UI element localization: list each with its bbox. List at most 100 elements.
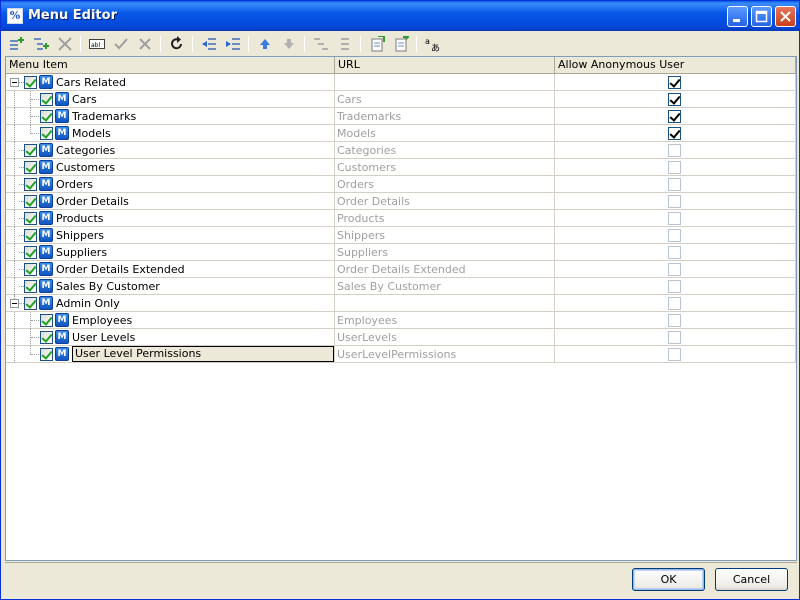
enabled-checkbox[interactable] [40,93,53,106]
menu-item-cell[interactable]: M Models [6,125,335,142]
url-cell[interactable]: Categories [335,142,555,159]
allow-anonymous-checkbox[interactable] [668,297,681,310]
maximize-button[interactable] [751,6,772,27]
menu-row[interactable]: M Trademarks Trademarks [6,108,796,125]
url-cell[interactable]: Suppliers [335,244,555,261]
add-child-item-icon[interactable] [31,34,51,54]
anonymous-cell[interactable] [555,312,796,329]
enabled-checkbox[interactable] [24,178,37,191]
move-down-icon[interactable] [279,34,299,54]
enabled-checkbox[interactable] [24,246,37,259]
anonymous-cell[interactable] [555,329,796,346]
allow-anonymous-checkbox[interactable] [668,93,681,106]
url-cell[interactable]: Employees [335,312,555,329]
menu-row[interactable]: M Cars Related [6,74,796,91]
enabled-checkbox[interactable] [24,212,37,225]
rename-icon[interactable]: abl [87,34,107,54]
menu-row[interactable]: M Order Details Extended Order Details Ext… [6,261,796,278]
menu-item-label[interactable]: Categories [56,144,115,157]
allow-anonymous-checkbox[interactable] [668,178,681,191]
allow-anonymous-checkbox[interactable] [668,246,681,259]
allow-anonymous-checkbox[interactable] [668,144,681,157]
menu-item-label[interactable]: Models [72,127,111,140]
menu-row[interactable]: M User Level Permissions UserLevelPermissi… [6,346,796,363]
menu-row[interactable]: M Sales By Customer Sales By Customer [6,278,796,295]
menu-item-cell[interactable]: M Trademarks [6,108,335,125]
menu-item-cell[interactable]: M User Levels [6,329,335,346]
menu-item-cell[interactable]: M Order Details Extended [6,261,335,278]
menu-row[interactable]: M Models Models [6,125,796,142]
menu-item-label[interactable]: Trademarks [72,110,136,123]
menu-item-cell[interactable]: M Orders [6,176,335,193]
menu-item-label[interactable]: Products [56,212,104,225]
url-cell[interactable]: Products [335,210,555,227]
enabled-checkbox[interactable] [40,314,53,327]
enabled-checkbox[interactable] [40,127,53,140]
enabled-checkbox[interactable] [24,297,37,310]
anonymous-cell[interactable] [555,295,796,312]
anonymous-cell[interactable] [555,210,796,227]
menu-item-label[interactable]: Sales By Customer [56,280,160,293]
menu-row[interactable]: M Orders Orders [6,176,796,193]
url-cell[interactable]: UserLevelPermissions [335,346,555,363]
close-button[interactable] [775,6,796,27]
menu-item-label[interactable]: User Levels [72,331,135,344]
allow-anonymous-checkbox[interactable] [668,314,681,327]
cancel-button[interactable]: Cancel [715,568,788,591]
allow-anonymous-checkbox[interactable] [668,127,681,140]
enabled-checkbox[interactable] [40,348,53,361]
url-cell[interactable]: Models [335,125,555,142]
url-cell[interactable] [335,74,555,91]
anonymous-cell[interactable] [555,125,796,142]
menu-item-label[interactable]: Order Details Extended [56,263,185,276]
menu-item-label[interactable]: Cars Related [56,76,126,89]
menu-row[interactable]: M Customers Customers [6,159,796,176]
minimize-button[interactable] [727,6,748,27]
url-cell[interactable]: UserLevels [335,329,555,346]
enabled-checkbox[interactable] [40,331,53,344]
anonymous-cell[interactable] [555,227,796,244]
menu-item-label[interactable]: Orders [56,178,93,191]
enabled-checkbox[interactable] [24,280,37,293]
export-icon[interactable] [391,34,411,54]
enabled-checkbox[interactable] [24,76,37,89]
menu-item-cell[interactable]: M Categories [6,142,335,159]
header-allow-anonymous[interactable]: Allow Anonymous User [555,57,796,74]
delete-icon[interactable] [55,34,75,54]
menu-item-cell[interactable]: M Employees [6,312,335,329]
url-cell[interactable]: Cars [335,91,555,108]
anonymous-cell[interactable] [555,108,796,125]
url-cell[interactable]: Orders [335,176,555,193]
menu-item-cell[interactable]: M Cars Related [6,74,335,91]
collapse-toggle-icon[interactable] [10,299,19,308]
url-cell[interactable]: Trademarks [335,108,555,125]
allow-anonymous-checkbox[interactable] [668,161,681,174]
menu-item-cell[interactable]: M User Level Permissions [6,346,335,363]
anonymous-cell[interactable] [555,159,796,176]
title-bar[interactable]: % Menu Editor [1,1,799,31]
menu-row[interactable]: M Cars Cars [6,91,796,108]
collapse-toggle-icon[interactable] [10,78,19,87]
menu-item-cell[interactable]: M Cars [6,91,335,108]
menu-item-label[interactable]: User Level Permissions [72,346,334,362]
menu-item-label[interactable]: Admin Only [56,297,120,310]
enabled-checkbox[interactable] [24,195,37,208]
allow-anonymous-checkbox[interactable] [668,348,681,361]
allow-anonymous-checkbox[interactable] [668,76,681,89]
menu-item-label[interactable]: Suppliers [56,246,107,259]
enabled-checkbox[interactable] [24,144,37,157]
move-up-icon[interactable] [255,34,275,54]
url-cell[interactable]: Sales By Customer [335,278,555,295]
enabled-checkbox[interactable] [24,263,37,276]
anonymous-cell[interactable] [555,244,796,261]
allow-anonymous-checkbox[interactable] [668,229,681,242]
menu-item-cell[interactable]: M Customers [6,159,335,176]
enabled-checkbox[interactable] [24,229,37,242]
url-cell[interactable]: Shippers [335,227,555,244]
menu-row[interactable]: M Shippers Shippers [6,227,796,244]
allow-anonymous-checkbox[interactable] [668,280,681,293]
anonymous-cell[interactable] [555,346,796,363]
outdent-icon[interactable] [199,34,219,54]
enabled-checkbox[interactable] [24,161,37,174]
menu-row[interactable]: M User Levels UserLevels [6,329,796,346]
